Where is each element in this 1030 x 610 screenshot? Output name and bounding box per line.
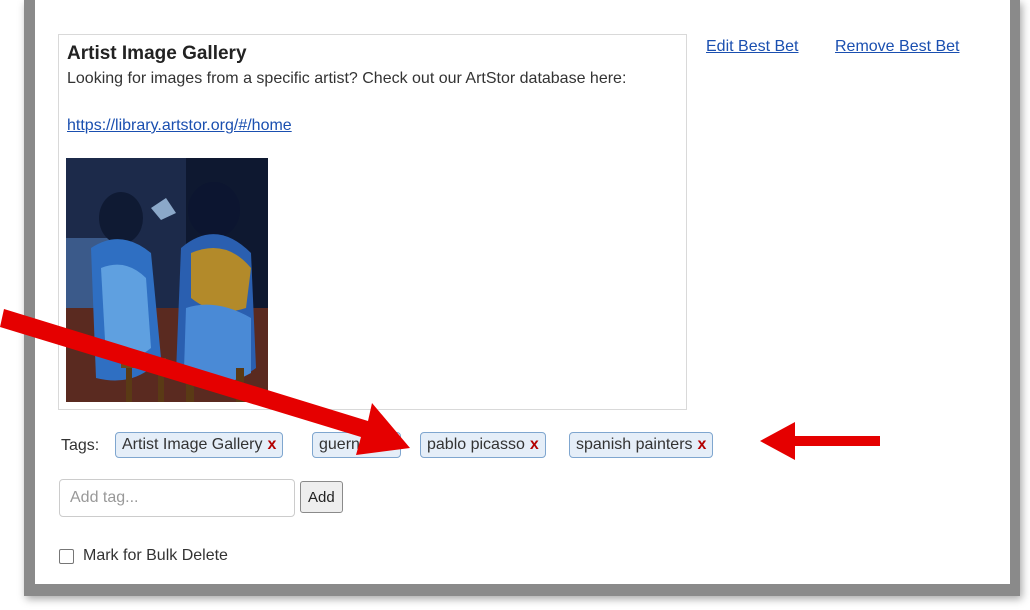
arrow-icon <box>760 422 880 460</box>
annotation-overlay <box>0 309 880 460</box>
arrow-icon <box>0 309 410 455</box>
